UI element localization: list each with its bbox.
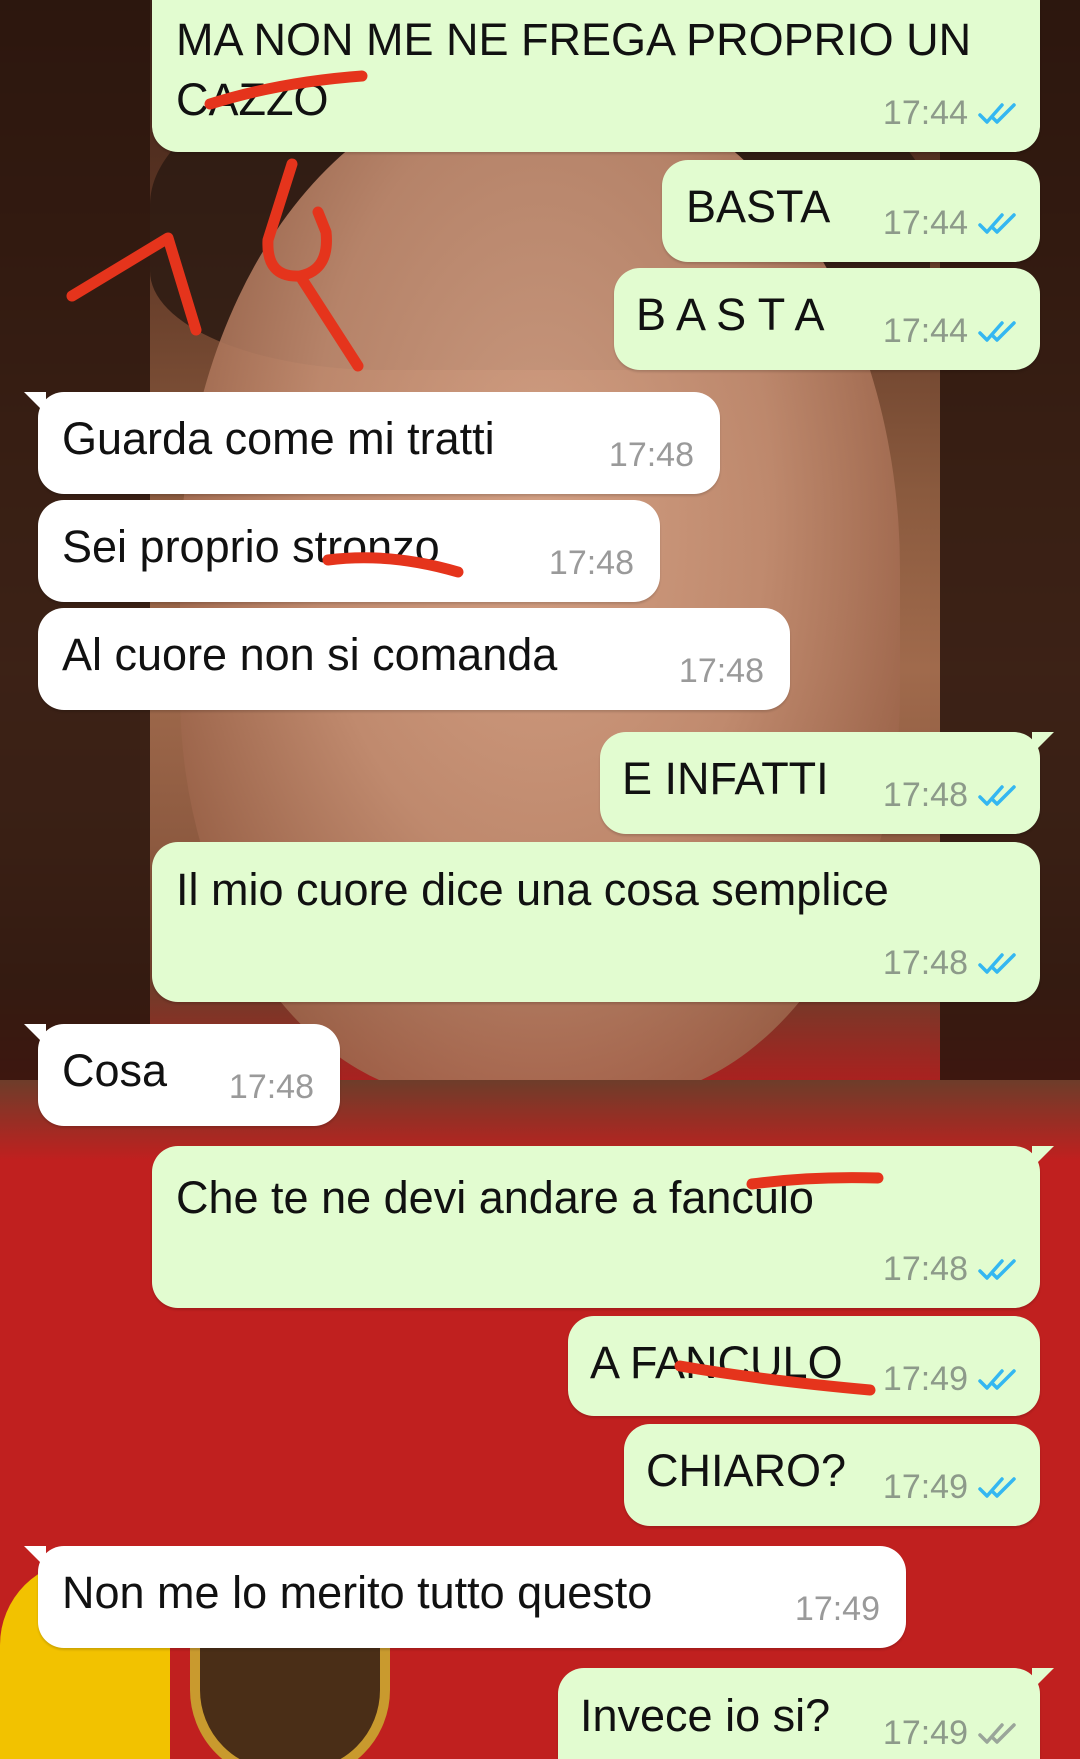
message-text: Al cuore non si comanda bbox=[62, 629, 558, 680]
message-outgoing[interactable]: CHIARO? 17:49 bbox=[624, 1424, 1040, 1526]
message-time: 17:44 bbox=[882, 312, 968, 350]
message-text: Sei proprio stronzo bbox=[62, 521, 440, 572]
message-text: Invece io si? bbox=[580, 1690, 831, 1741]
message-time: 17:44 bbox=[882, 94, 968, 132]
message-outgoing[interactable]: BASTA 17:44 bbox=[662, 160, 1040, 262]
message-meta: 17:49 bbox=[883, 1714, 1018, 1753]
message-incoming[interactable]: Non me lo merito tutto questo 17:49 bbox=[24, 1546, 906, 1648]
message-text: Non me lo merito tutto questo bbox=[62, 1567, 653, 1618]
message-time: 17:48 bbox=[882, 944, 968, 982]
message-text: Il mio cuore dice una cosa semplice bbox=[176, 864, 889, 915]
message-incoming[interactable]: Al cuore non si comanda 17:48 bbox=[38, 608, 790, 710]
message-time: 17:48 bbox=[608, 436, 694, 474]
double-check-icon bbox=[978, 1258, 1016, 1280]
message-meta: 17:48 bbox=[229, 1068, 314, 1107]
message-time: 17:48 bbox=[882, 1250, 968, 1288]
message-incoming[interactable]: Guarda come mi tratti 17:48 bbox=[24, 392, 720, 494]
bubble-tail bbox=[24, 1024, 46, 1046]
bubble-tail bbox=[1032, 1146, 1054, 1168]
bubble-tail bbox=[1032, 732, 1054, 754]
double-check-icon bbox=[978, 102, 1016, 124]
message-text: Guarda come mi tratti bbox=[62, 413, 495, 464]
message-time: 17:49 bbox=[882, 1468, 968, 1506]
message-time: 17:49 bbox=[882, 1714, 968, 1752]
bubble-tail bbox=[24, 1546, 46, 1568]
message-outgoing[interactable]: B A S T A 17:44 bbox=[614, 268, 1040, 370]
message-meta: 17:44 bbox=[883, 312, 1018, 351]
message-meta: 17:48 bbox=[679, 652, 764, 691]
double-check-icon bbox=[978, 320, 1016, 342]
message-time: 17:48 bbox=[228, 1068, 314, 1106]
message-text: Che te ne devi andare a fanculo bbox=[176, 1172, 814, 1223]
message-text: A FANCULO bbox=[590, 1337, 843, 1388]
double-check-icon bbox=[978, 1368, 1016, 1390]
double-check-icon bbox=[978, 212, 1016, 234]
double-check-icon bbox=[978, 1722, 1016, 1744]
message-text: CAZZO bbox=[176, 74, 329, 125]
message-text: BASTA bbox=[686, 181, 831, 232]
message-time: 17:49 bbox=[882, 1360, 968, 1398]
message-outgoing[interactable]: Che te ne devi andare a fanculo 17:48 bbox=[152, 1146, 1054, 1308]
message-time: 17:48 bbox=[882, 776, 968, 814]
message-time: 17:44 bbox=[882, 204, 968, 242]
message-outgoing[interactable]: Il mio cuore dice una cosa semplice 17:4… bbox=[152, 842, 1040, 1002]
message-meta: 17:49 bbox=[883, 1360, 1018, 1399]
message-meta: 17:48 bbox=[883, 776, 1018, 815]
message-time: 17:48 bbox=[548, 544, 634, 582]
message-meta: 17:48 bbox=[549, 544, 634, 583]
message-time: 17:48 bbox=[678, 652, 764, 690]
message-incoming[interactable]: Sei proprio stronzo 17:48 bbox=[38, 500, 660, 602]
double-check-icon bbox=[978, 952, 1016, 974]
message-outgoing[interactable]: A FANCULO 17:49 bbox=[568, 1316, 1040, 1416]
message-time: 17:49 bbox=[794, 1590, 880, 1628]
message-text: B A S T A bbox=[636, 289, 825, 340]
message-text: E INFATTI bbox=[622, 753, 829, 804]
message-meta: 17:44 bbox=[883, 94, 1018, 133]
message-incoming[interactable]: Cosa 17:48 bbox=[24, 1024, 340, 1126]
message-text: CHIARO? bbox=[646, 1445, 847, 1496]
chat-background: MA NON ME NE FREGA PROPRIO UN CAZZO 17:4… bbox=[0, 0, 1080, 1759]
message-outgoing[interactable]: Invece io si? 17:49 bbox=[558, 1668, 1054, 1759]
message-meta: 17:48 bbox=[883, 944, 1018, 983]
message-meta: 17:48 bbox=[883, 1250, 1018, 1289]
double-check-icon bbox=[978, 784, 1016, 806]
bubble-tail bbox=[24, 392, 46, 414]
message-outgoing[interactable]: MA NON ME NE FREGA PROPRIO UN CAZZO 17:4… bbox=[152, 0, 1040, 152]
message-meta: 17:49 bbox=[883, 1468, 1018, 1507]
bubble-tail bbox=[1032, 1668, 1054, 1690]
message-text: MA NON ME NE FREGA PROPRIO UN bbox=[176, 14, 972, 65]
message-meta: 17:49 bbox=[795, 1590, 880, 1629]
message-outgoing[interactable]: E INFATTI 17:48 bbox=[600, 732, 1054, 834]
message-meta: 17:48 bbox=[609, 436, 694, 475]
message-text: Cosa bbox=[62, 1045, 168, 1096]
double-check-icon bbox=[978, 1476, 1016, 1498]
message-meta: 17:44 bbox=[883, 204, 1018, 243]
